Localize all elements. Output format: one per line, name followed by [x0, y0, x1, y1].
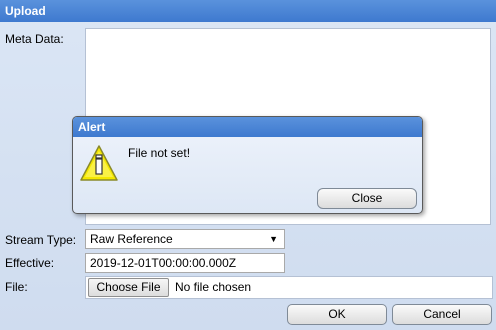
- file-label: File:: [5, 280, 28, 294]
- window-title[interactable]: Upload: [0, 0, 496, 22]
- alert-title[interactable]: Alert: [73, 117, 422, 137]
- file-input[interactable]: Choose File No file chosen: [85, 276, 493, 299]
- stream-type-label: Stream Type:: [5, 233, 77, 247]
- chevron-down-icon: ▼: [269, 234, 278, 244]
- stream-type-value: Raw Reference: [90, 232, 173, 246]
- file-status-text: No file chosen: [175, 280, 252, 294]
- choose-file-button[interactable]: Choose File: [88, 278, 169, 297]
- ok-button[interactable]: OK: [287, 304, 387, 325]
- alert-dialog: Alert File not set! Close: [72, 116, 423, 214]
- upload-dialog: Upload Meta Data: Stream Type: Raw Refer…: [0, 0, 496, 330]
- cancel-button[interactable]: Cancel: [392, 304, 492, 325]
- meta-data-label: Meta Data:: [5, 32, 64, 46]
- effective-label: Effective:: [5, 256, 55, 270]
- close-button[interactable]: Close: [317, 188, 417, 209]
- warning-icon: [80, 145, 118, 181]
- stream-type-select[interactable]: Raw Reference ▼: [85, 229, 285, 249]
- alert-message: File not set!: [128, 146, 191, 160]
- effective-input[interactable]: 2019-12-01T00:00:00.000Z: [85, 253, 285, 273]
